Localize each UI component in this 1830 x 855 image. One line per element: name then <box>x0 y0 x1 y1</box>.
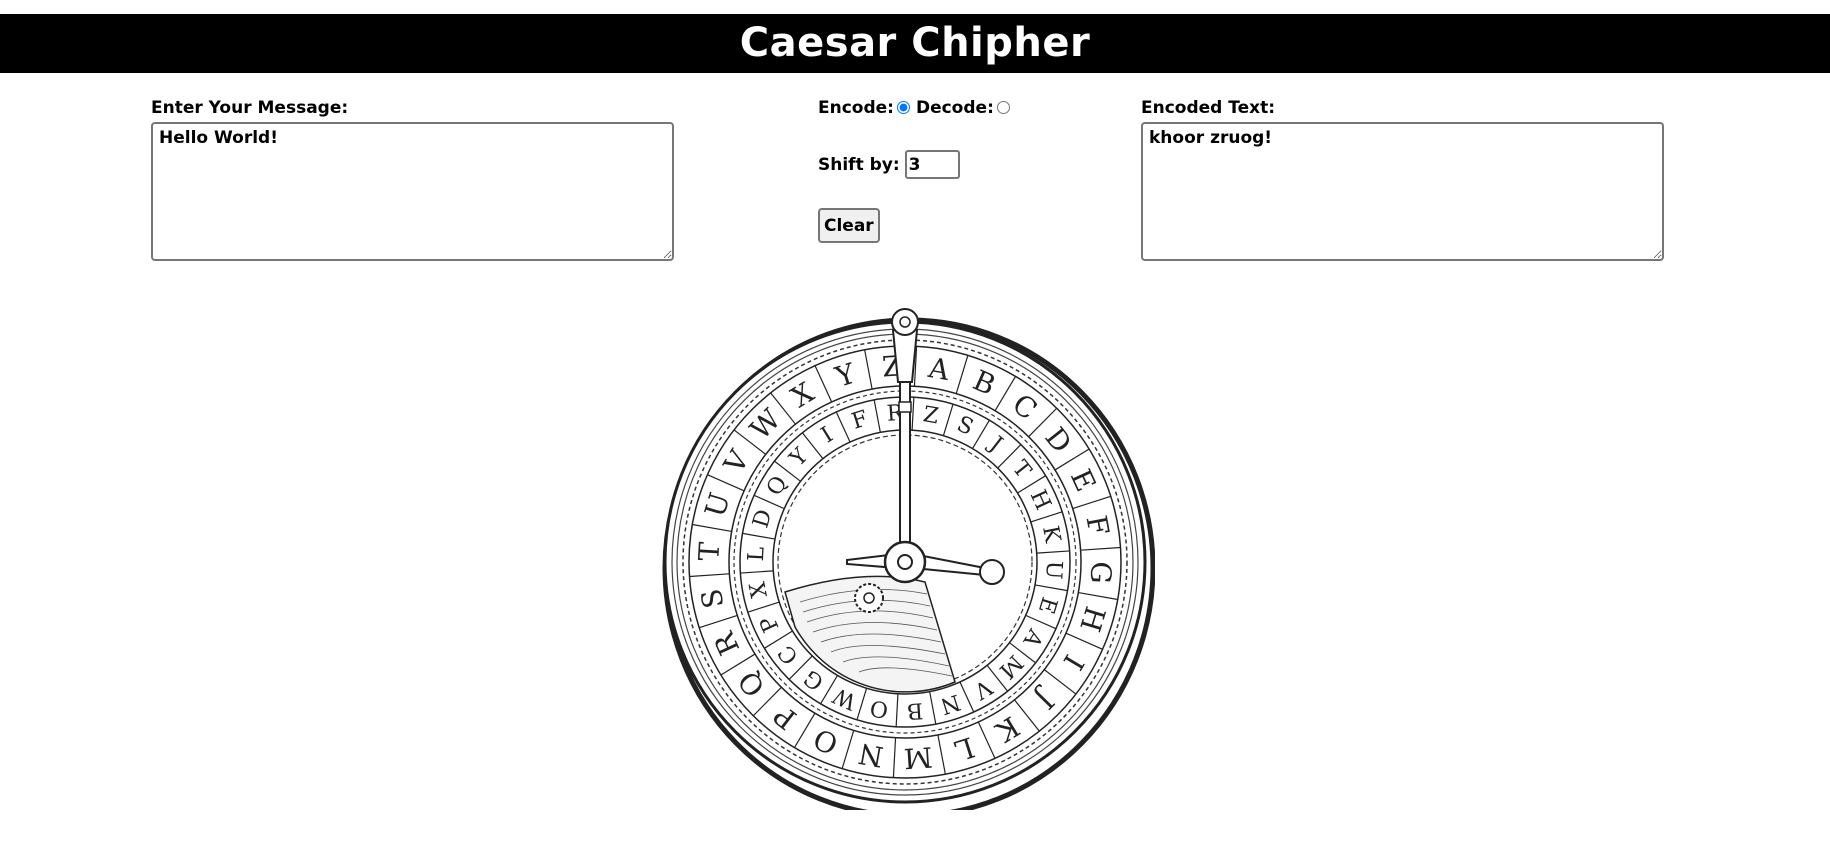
inner-letter-u: U <box>1040 560 1066 580</box>
output-label: Encoded Text: <box>1141 98 1276 118</box>
outer-letter-m: M <box>903 740 934 775</box>
encode-label: Encode: <box>818 98 894 118</box>
shift-label: Shift by: <box>818 154 900 175</box>
cipher-controls: Encode: Decode: Shift by: Clear <box>818 96 1016 243</box>
encoded-output[interactable] <box>1141 122 1664 261</box>
mode-selector: Encode: Decode: <box>818 96 1016 120</box>
decode-label: Decode: <box>915 98 994 118</box>
page-title: Caesar Chipher <box>0 14 1830 73</box>
inner-letter-l: L <box>744 546 770 562</box>
encode-radio[interactable] <box>896 100 910 114</box>
inner-letter-b: B <box>906 697 924 723</box>
outer-letter-g: G <box>1084 560 1118 584</box>
message-input[interactable] <box>151 122 674 261</box>
clear-button[interactable]: Clear <box>818 208 880 243</box>
shift-input[interactable] <box>904 150 960 179</box>
decode-radio[interactable] <box>996 100 1010 114</box>
cipher-disk-image: A BCDEFGHIJKLMNOPQRSTUVWXY Z Z SJTHKUEAMVNB… <box>662 308 1155 810</box>
outer-letter-t: T <box>692 541 726 562</box>
shift-row: Shift by: <box>818 150 960 179</box>
message-input-label: Enter Your Message: <box>151 98 349 118</box>
gear-icon <box>854 583 884 613</box>
